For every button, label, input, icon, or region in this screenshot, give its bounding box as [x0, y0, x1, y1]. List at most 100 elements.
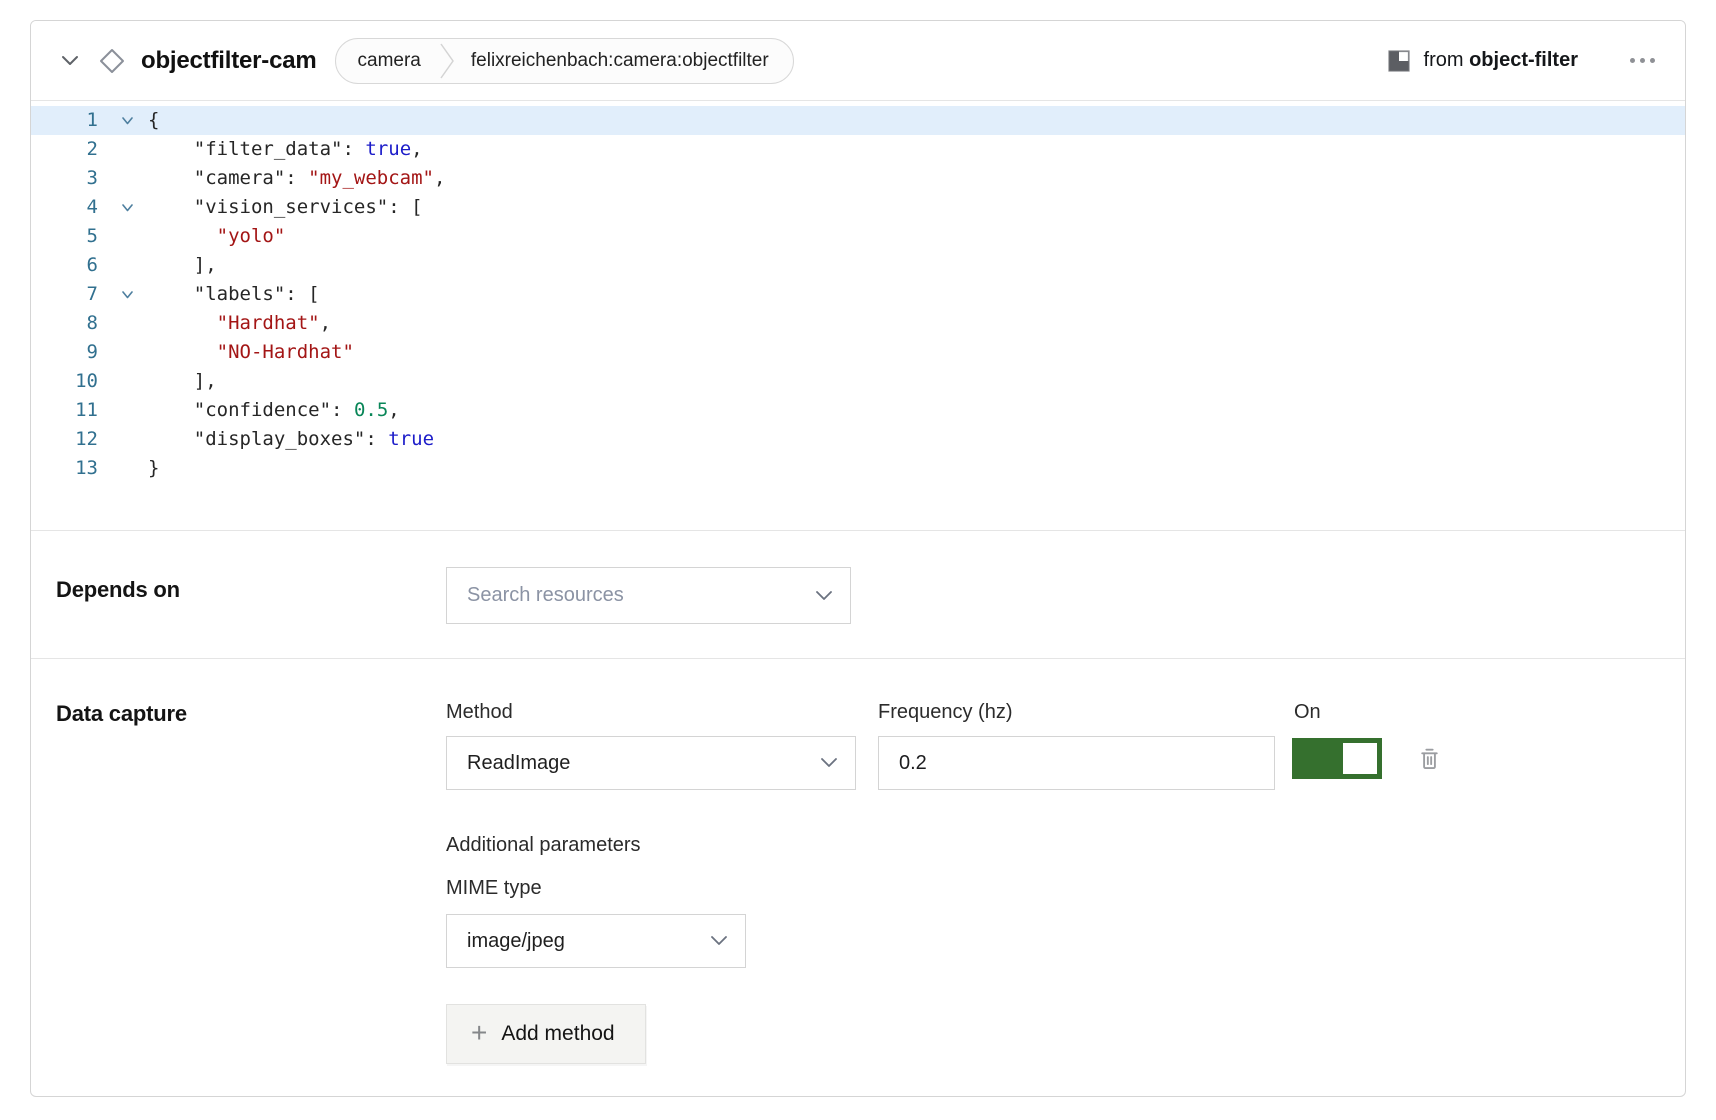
module-icon [1386, 48, 1412, 74]
code-line[interactable]: 2 "filter_data": true, [31, 135, 1685, 164]
line-number: 3 [31, 164, 106, 193]
capture-toggle[interactable] [1292, 738, 1382, 779]
capture-on-label: On [1292, 701, 1442, 724]
line-number: 8 [31, 309, 106, 338]
code-text: { [148, 106, 159, 135]
chevron-down-icon [711, 936, 727, 946]
code-text: "Hardhat", [148, 309, 331, 338]
code-text: "NO-Hardhat" [148, 338, 354, 367]
fold-gutter [106, 454, 148, 483]
ellipsis-icon [1630, 58, 1635, 63]
code-line[interactable]: 6 ], [31, 251, 1685, 280]
code-line[interactable]: 8 "Hardhat", [31, 309, 1685, 338]
code-text: } [148, 454, 159, 483]
from-label: from [1424, 49, 1464, 71]
line-number: 2 [31, 135, 106, 164]
line-number: 11 [31, 396, 106, 425]
mime-type-field: MIME type image/jpeg [446, 877, 1685, 968]
code-line[interactable]: 9 "NO-Hardhat" [31, 338, 1685, 367]
code-text: "vision_services": [ [148, 193, 423, 222]
data-capture-section: Data capture Method ReadImage Frequency … [31, 658, 1685, 1079]
fold-chevron-icon[interactable] [106, 193, 148, 222]
frequency-label: Frequency (hz) [878, 701, 1275, 724]
data-capture-label: Data capture [56, 701, 446, 1064]
add-method-button[interactable]: + Add method [446, 1004, 646, 1064]
fold-gutter [106, 164, 148, 193]
code-line[interactable]: 3 "camera": "my_webcam", [31, 164, 1685, 193]
code-line[interactable]: 7 "labels": [ [31, 280, 1685, 309]
fold-gutter [106, 338, 148, 367]
line-number: 9 [31, 338, 106, 367]
frequency-input[interactable] [878, 736, 1275, 790]
badge-divider-chevron-icon [439, 39, 455, 83]
line-number: 6 [31, 251, 106, 280]
capture-method-row: Method ReadImage Frequency (hz) On [446, 701, 1685, 790]
code-text: "labels": [ [148, 280, 320, 309]
method-label: Method [446, 701, 856, 724]
capture-on-field: On [1292, 701, 1442, 779]
toggle-thumb [1343, 743, 1377, 774]
method-select[interactable]: ReadImage [446, 736, 856, 790]
collapse-chevron-icon[interactable] [59, 50, 81, 72]
code-text: "display_boxes": true [148, 425, 434, 454]
plus-icon: + [471, 1019, 487, 1047]
line-number: 13 [31, 454, 106, 483]
method-value: ReadImage [467, 752, 821, 775]
code-line[interactable]: 11 "confidence": 0.5, [31, 396, 1685, 425]
code-line[interactable]: 4 "vision_services": [ [31, 193, 1685, 222]
fold-gutter [106, 222, 148, 251]
code-line[interactable]: 10 ], [31, 367, 1685, 396]
code-line[interactable]: 1{ [31, 106, 1685, 135]
code-line[interactable]: 5 "yolo" [31, 222, 1685, 251]
line-number: 12 [31, 425, 106, 454]
card-header: objectfilter-cam camera felixreichenbach… [31, 21, 1685, 101]
line-number: 5 [31, 222, 106, 251]
delete-method-button[interactable] [1417, 745, 1442, 772]
component-title: objectfilter-cam [141, 47, 317, 75]
depends-on-section: Depends on Search resources [31, 530, 1685, 658]
mime-type-value: image/jpeg [467, 930, 711, 953]
line-number: 1 [31, 106, 106, 135]
module-source: from object-filter [1424, 49, 1578, 72]
fold-chevron-icon[interactable] [106, 106, 148, 135]
data-capture-form: Method ReadImage Frequency (hz) On [446, 701, 1685, 1064]
component-type-badge: camera felixreichenbach:camera:objectfil… [335, 38, 794, 84]
code-text: "confidence": 0.5, [148, 396, 400, 425]
code-line[interactable]: 13} [31, 454, 1685, 483]
code-text: "yolo" [148, 222, 285, 251]
component-card: objectfilter-cam camera felixreichenbach… [30, 20, 1686, 1097]
chevron-down-icon [816, 591, 832, 601]
component-diamond-icon [97, 46, 127, 76]
line-number: 7 [31, 280, 106, 309]
method-field: Method ReadImage [446, 701, 856, 790]
fold-gutter [106, 251, 148, 280]
code-editor[interactable]: 1{2 "filter_data": true,3 "camera": "my_… [31, 101, 1685, 530]
code-line[interactable]: 12 "display_boxes": true [31, 425, 1685, 454]
frequency-field: Frequency (hz) [878, 701, 1275, 790]
chevron-down-icon [821, 758, 837, 768]
code-text: "camera": "my_webcam", [148, 164, 445, 193]
depends-on-label: Depends on [56, 567, 446, 624]
additional-parameters-label: Additional parameters [446, 834, 1685, 857]
badge-type-label: camera [336, 39, 439, 83]
fold-gutter [106, 425, 148, 454]
fold-gutter [106, 135, 148, 164]
trash-icon [1417, 745, 1442, 772]
search-resources-placeholder: Search resources [467, 584, 816, 607]
depends-on-search-select[interactable]: Search resources [446, 567, 851, 624]
toggle-row [1292, 738, 1442, 779]
fold-gutter [106, 309, 148, 338]
code-text: "filter_data": true, [148, 135, 423, 164]
mime-type-select[interactable]: image/jpeg [446, 914, 746, 968]
line-number: 4 [31, 193, 106, 222]
code-text: ], [148, 251, 217, 280]
badge-model-label: felixreichenbach:camera:objectfilter [455, 39, 793, 83]
from-module-name: object-filter [1469, 49, 1578, 71]
more-options-button[interactable] [1626, 50, 1659, 71]
fold-chevron-icon[interactable] [106, 280, 148, 309]
mime-type-label: MIME type [446, 877, 1685, 900]
line-number: 10 [31, 367, 106, 396]
add-method-label: Add method [501, 1022, 614, 1046]
code-text: ], [148, 367, 217, 396]
fold-gutter [106, 367, 148, 396]
